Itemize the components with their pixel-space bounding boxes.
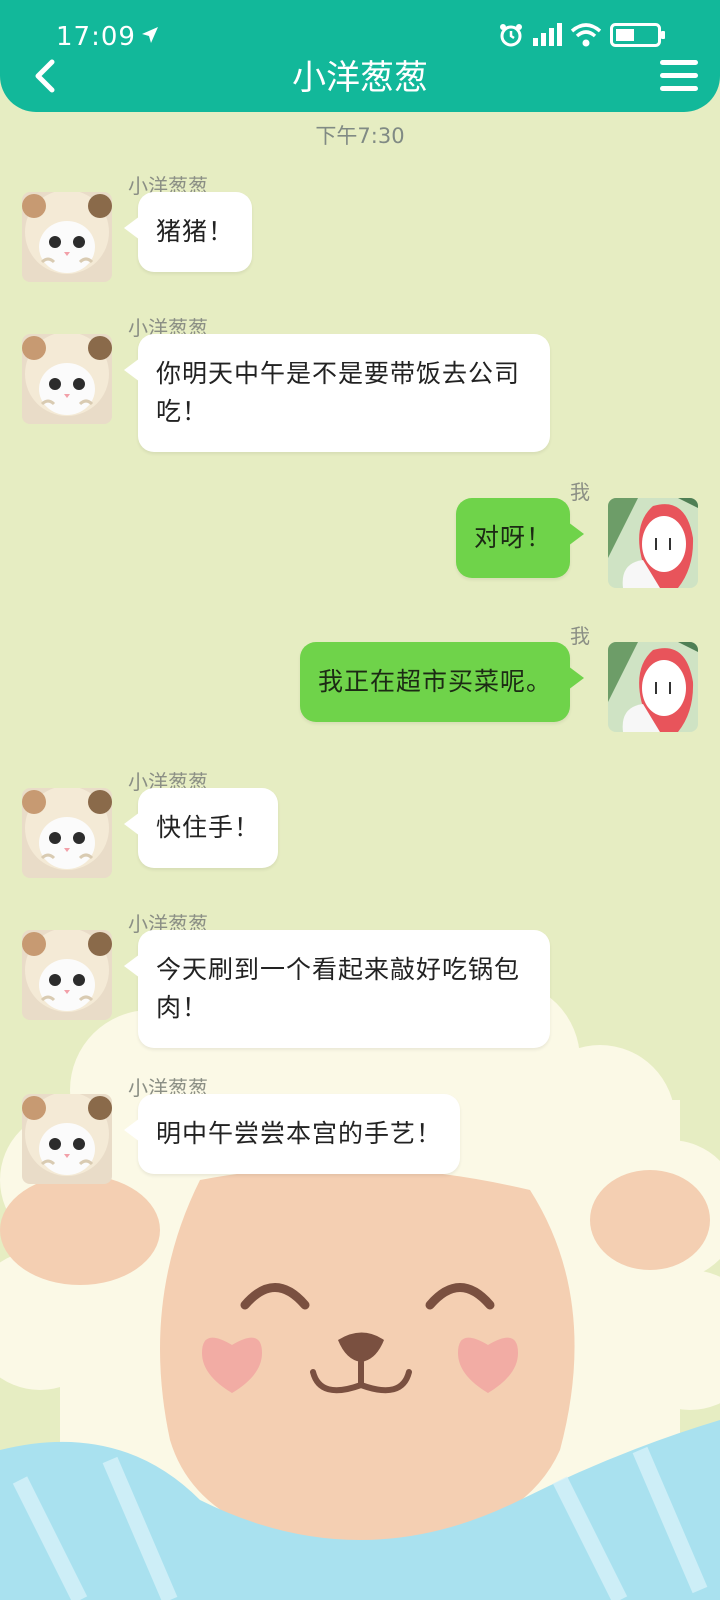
wifi-icon: [570, 23, 602, 47]
message-bubble[interactable]: 你明天中午是不是要带饭去公司吃！: [124, 334, 550, 452]
hamburger-menu-icon: [660, 60, 698, 65]
contact-avatar[interactable]: [22, 334, 112, 424]
battery-icon: [610, 23, 665, 47]
menu-button[interactable]: [660, 60, 698, 92]
sender-name: 我: [570, 624, 590, 648]
time-divider: 下午7:30: [315, 124, 405, 148]
message-bubble[interactable]: 明中午尝尝本宫的手艺！: [123, 1094, 461, 1174]
location-arrow-icon: [142, 27, 158, 43]
message-bubble[interactable]: 今天刷到一个看起来敲好吃锅包肉！: [124, 930, 550, 1048]
alarm-icon: [500, 24, 522, 47]
my-avatar[interactable]: [608, 642, 698, 732]
status-icons: [498, 22, 666, 48]
sheep-background-illustration: [0, 980, 720, 1600]
sender-name: 我: [570, 480, 590, 504]
signal-icon: [533, 23, 562, 46]
message-bubble[interactable]: 快住手！: [123, 788, 279, 868]
message-bubble[interactable]: 对呀！: [455, 498, 585, 578]
chat-title: 小洋葱葱: [292, 58, 428, 98]
contact-avatar[interactable]: [22, 930, 112, 1020]
message-bubble[interactable]: 猪猪！: [123, 192, 253, 272]
status-time: 17:09: [56, 22, 136, 52]
chat-header: 17:09 小洋葱葱: [0, 0, 720, 112]
my-avatar[interactable]: [608, 498, 698, 588]
contact-avatar[interactable]: [22, 192, 112, 282]
contact-avatar[interactable]: [22, 788, 112, 878]
message-bubble[interactable]: 我正在超市买菜呢。: [299, 642, 585, 722]
contact-avatar[interactable]: [22, 1094, 112, 1184]
